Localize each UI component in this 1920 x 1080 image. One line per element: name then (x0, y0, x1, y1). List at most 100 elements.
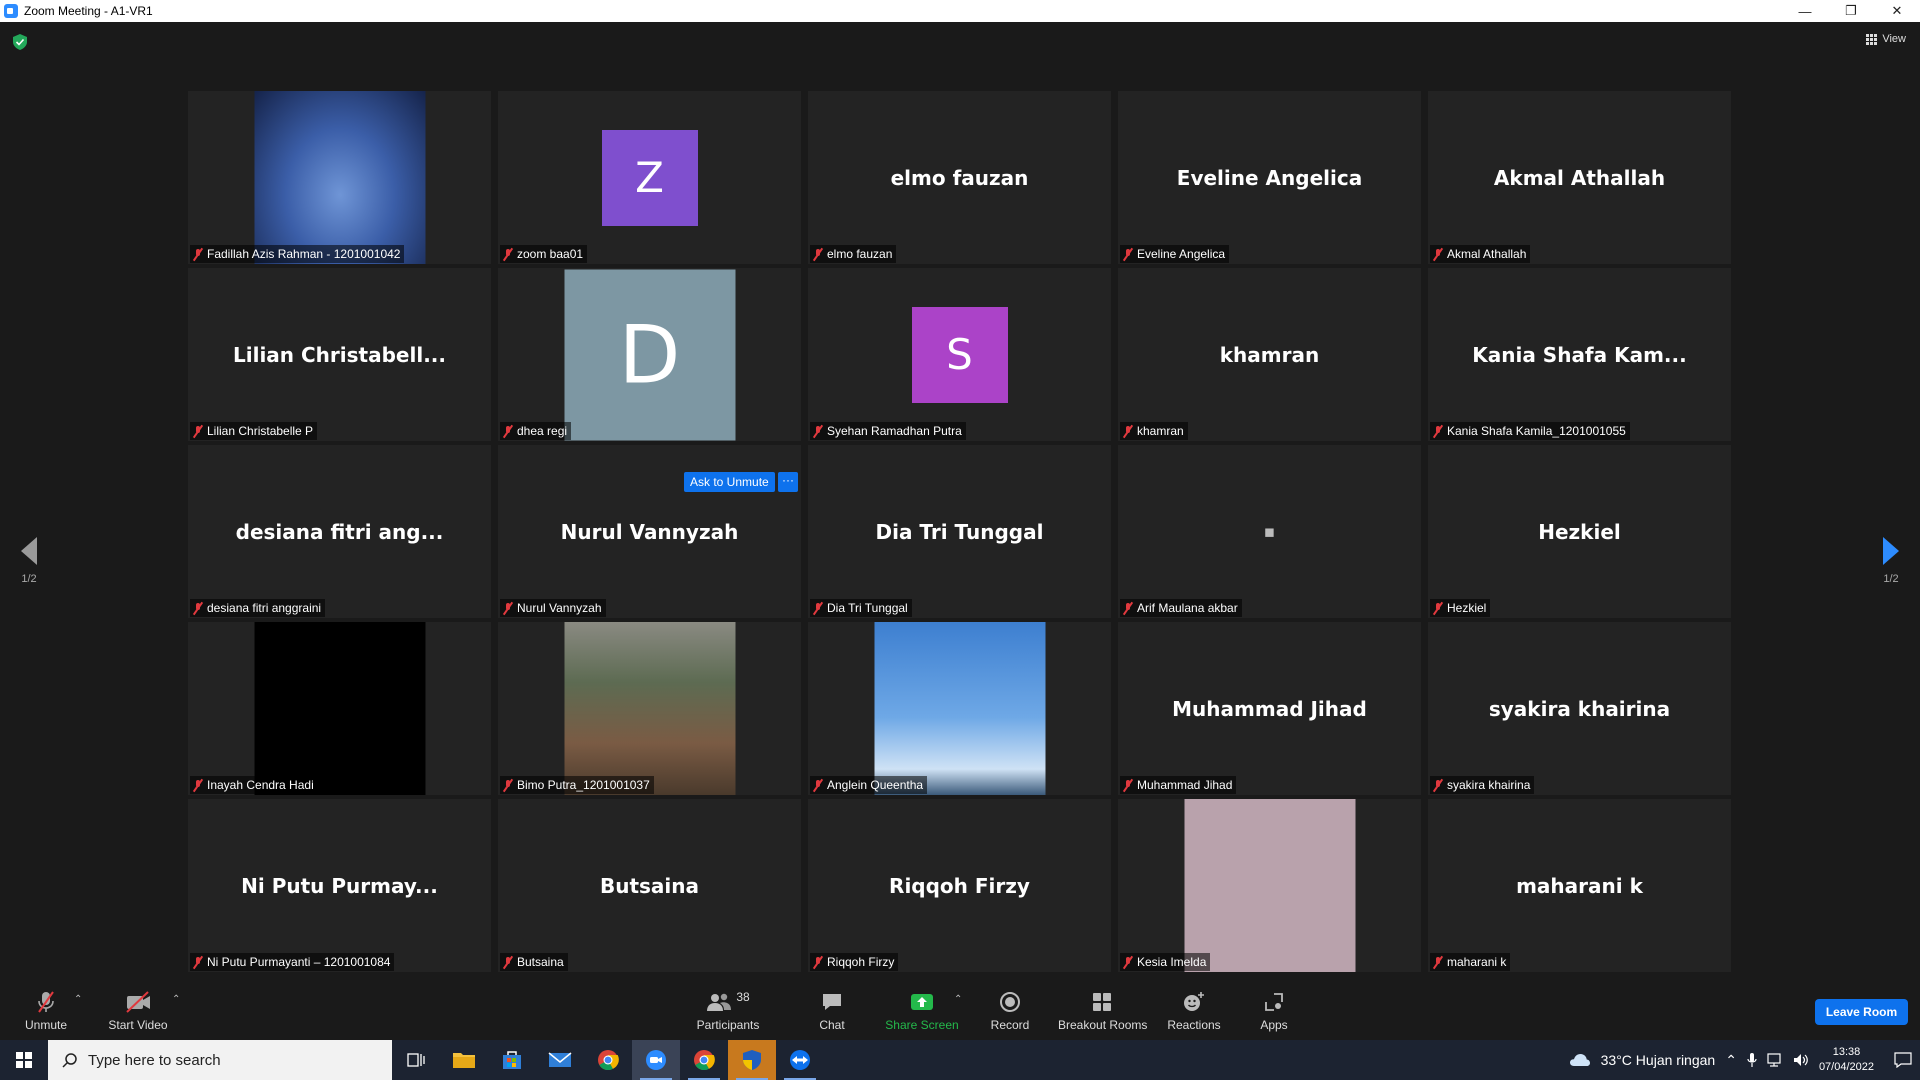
participant-name-label: Nurul Vannyzah (500, 599, 606, 617)
participant-tile[interactable]: Muhammad Jihad Muhammad Jihad (1118, 622, 1421, 795)
participant-tile[interactable]: Nurul Vannyzah Nurul Vannyzah (498, 445, 801, 618)
zoom-taskbar-button[interactable] (632, 1040, 680, 1080)
avatar: D (564, 269, 735, 440)
file-explorer-button[interactable] (440, 1040, 488, 1080)
next-page-button[interactable]: 1/2 (1876, 537, 1906, 585)
participant-tile[interactable]: Kesia Imelda (1118, 799, 1421, 972)
participant-tile[interactable]: Ni Putu Purmay... Ni Putu Purmayanti – 12… (188, 799, 491, 972)
participant-tile[interactable]: khamran khamran (1118, 268, 1421, 441)
share-screen-button[interactable]: Share Screen (884, 990, 960, 1032)
participant-name: Nurul Vannyzah (517, 601, 602, 615)
mic-muted-icon (192, 248, 204, 261)
participant-tile[interactable]: Anglein Queentha (808, 622, 1111, 795)
teamviewer-button[interactable] (776, 1040, 824, 1080)
participant-tile[interactable]: Bimo Putra_1201001037 (498, 622, 801, 795)
participant-tile[interactable]: desiana fitri ang... desiana fitri anggra… (188, 445, 491, 618)
leave-room-button[interactable]: Leave Room (1815, 999, 1908, 1025)
weather-cloud-icon[interactable] (1569, 1052, 1591, 1068)
restore-button[interactable]: ❐ (1828, 0, 1874, 22)
system-tray: 33°C Hujan ringan ⌃ 13:38 07/04/2022 (1569, 1045, 1920, 1075)
participants-button[interactable]: 38 Participants (692, 990, 764, 1032)
mic-muted-icon (192, 602, 204, 615)
participant-tile[interactable]: Fadillah Azis Rahman - 1201001042 (188, 91, 491, 264)
participant-tile[interactable]: maharani k maharani k (1428, 799, 1731, 972)
participant-tile[interactable]: S Syehan Ramadhan Putra (808, 268, 1111, 441)
microphone-icon[interactable] (1747, 1052, 1757, 1068)
participant-tile[interactable]: Dia Tri Tunggal Dia Tri Tunggal (808, 445, 1111, 618)
participant-name: Riqqoh Firzy (827, 955, 895, 969)
task-view-button[interactable] (392, 1040, 440, 1080)
mic-muted-icon (502, 779, 514, 792)
participant-name-label: Kania Shafa Kamila_1201001055 (1430, 422, 1630, 440)
breakout-rooms-label: Breakout Rooms (1058, 1018, 1148, 1032)
participant-tile[interactable]: Zzoom baa01 (498, 91, 801, 264)
volume-icon[interactable] (1793, 1053, 1809, 1067)
reactions-label: Reactions (1167, 1018, 1221, 1032)
notification-icon[interactable] (1894, 1052, 1912, 1068)
mic-muted-icon (502, 956, 514, 969)
avatar: S (911, 306, 1008, 403)
security-app-button[interactable] (728, 1040, 776, 1080)
participant-name-label: Fadillah Azis Rahman - 1201001042 (190, 245, 405, 263)
participant-display-name: elmo fauzan (890, 165, 1029, 190)
mic-muted-icon (38, 991, 54, 1013)
participant-tile[interactable]: Kania Shafa Kam... Kania Shafa Kamila_120… (1428, 268, 1731, 441)
video-off-icon (126, 991, 150, 1013)
participant-tile[interactable]: elmo fauzan elmo fauzan (808, 91, 1111, 264)
participant-tile[interactable]: Inayah Cendra Hadi (188, 622, 491, 795)
unmute-button[interactable]: Unmute (22, 990, 70, 1032)
reactions-button[interactable]: Reactions (1164, 990, 1224, 1032)
teamviewer-icon (790, 1050, 810, 1070)
view-label: View (1882, 33, 1906, 45)
close-button[interactable]: ✕ (1874, 0, 1920, 22)
participant-display-name: Akmal Athallah (1493, 165, 1666, 190)
chrome-profile-button[interactable] (680, 1040, 728, 1080)
mail-button[interactable] (536, 1040, 584, 1080)
breakout-rooms-button[interactable]: Breakout Rooms (1058, 990, 1148, 1032)
video-options-caret-icon[interactable]: ⌃ (172, 994, 180, 1005)
mic-muted-icon (812, 602, 824, 615)
ask-to-unmute-button[interactable]: Ask to Unmute (684, 472, 775, 492)
participant-tile[interactable]: syakira khairina syakira khairina (1428, 622, 1731, 795)
more-options-button[interactable]: ··· (778, 472, 798, 492)
participant-tile[interactable]: Riqqoh Firzy Riqqoh Firzy (808, 799, 1111, 972)
chat-label: Chat (819, 1018, 845, 1032)
apps-button[interactable]: Apps (1254, 990, 1294, 1032)
record-button[interactable]: Record (990, 990, 1030, 1032)
participant-tile[interactable]: Butsaina Butsaina (498, 799, 801, 972)
breakout-rooms-icon (1093, 993, 1111, 1011)
mic-muted-icon (1432, 602, 1444, 615)
minimize-button[interactable]: — (1782, 0, 1828, 22)
participant-tile[interactable]: Ddhea regi (498, 268, 801, 441)
network-icon[interactable] (1767, 1053, 1783, 1067)
participant-tile[interactable]: ■ Arif Maulana akbar (1118, 445, 1421, 618)
start-video-button[interactable]: Start Video (106, 990, 170, 1032)
participant-name-label: elmo fauzan (810, 245, 897, 263)
taskbar-search-box[interactable]: Type here to search (48, 1040, 392, 1080)
microsoft-store-button[interactable] (488, 1040, 536, 1080)
apps-label: Apps (1260, 1018, 1288, 1032)
previous-page-button[interactable]: 1/2 (14, 537, 44, 585)
weather-text[interactable]: 33°C Hujan ringan (1601, 1052, 1716, 1068)
share-options-caret-icon[interactable]: ⌃ (954, 994, 962, 1005)
participant-tile[interactable]: Hezkiel Hezkiel (1428, 445, 1731, 618)
view-button[interactable]: View (1866, 33, 1906, 45)
show-hidden-icons-icon[interactable]: ⌃ (1725, 1052, 1737, 1069)
participant-name-label: Hezkiel (1430, 599, 1491, 617)
chat-button[interactable]: Chat (812, 990, 852, 1032)
unmute-label: Unmute (24, 1018, 68, 1032)
chrome-button[interactable] (584, 1040, 632, 1080)
participant-name: Anglein Queentha (827, 778, 924, 792)
participant-name: Eveline Angelica (1137, 247, 1226, 261)
participant-name: dhea regi (517, 424, 568, 438)
store-bag-icon (503, 1051, 521, 1069)
audio-options-caret-icon[interactable]: ⌃ (74, 994, 82, 1005)
participant-tile[interactable]: Lilian Christabell... Lilian Christabelle… (188, 268, 491, 441)
participant-tile[interactable]: Eveline Angelica Eveline Angelica (1118, 91, 1421, 264)
taskbar-clock[interactable]: 13:38 07/04/2022 (1819, 1045, 1874, 1075)
participant-tile[interactable]: Akmal Athallah Akmal Athallah (1428, 91, 1731, 264)
start-button[interactable] (0, 1040, 48, 1080)
participant-name: Hezkiel (1447, 601, 1487, 615)
encryption-shield-icon[interactable] (13, 34, 27, 50)
participant-name-label: Inayah Cendra Hadi (190, 776, 318, 794)
